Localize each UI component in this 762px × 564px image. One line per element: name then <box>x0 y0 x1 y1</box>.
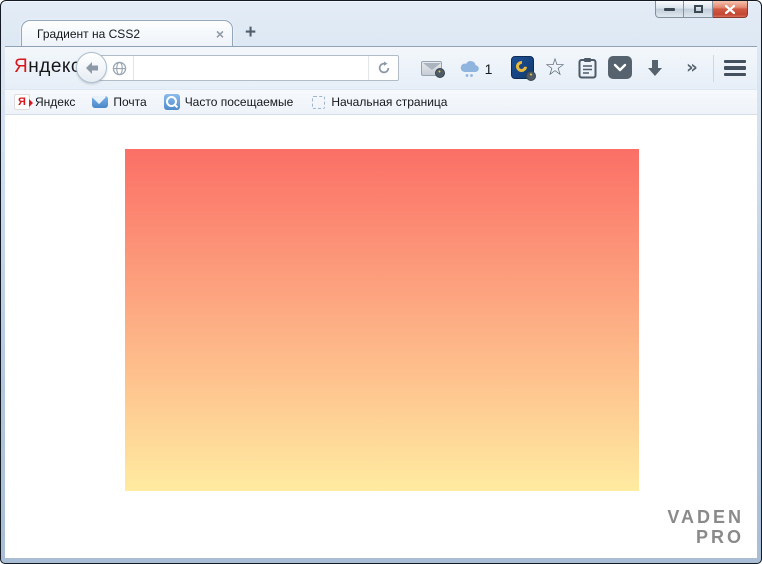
envelope-icon: • <box>421 61 442 76</box>
reload-icon <box>377 61 391 75</box>
bookmark-home-page[interactable]: Начальная страница <box>310 94 447 110</box>
menu-button[interactable] <box>721 57 749 79</box>
client-area: Яндекс <box>5 46 757 558</box>
watermark-line1: VADEN <box>667 507 744 528</box>
tab-title: Градиент на CSS2 <box>37 27 216 41</box>
weather-extension-button[interactable]: 1 <box>454 56 496 82</box>
window-controls <box>655 1 748 18</box>
maximize-icon <box>694 5 703 13</box>
app-extension-icon[interactable]: • <box>511 56 534 79</box>
downloads-button[interactable] <box>642 56 668 80</box>
watermark: VADEN PRO <box>667 507 744 548</box>
css-gradient-demo-box <box>125 149 639 491</box>
bookmarks-bar: Я Яндекс Почта Часто посещаемые Начальна… <box>5 90 757 115</box>
globe-icon <box>112 61 127 76</box>
yandex-logo: Яндекс <box>14 56 81 78</box>
url-bar[interactable] <box>87 55 399 81</box>
tab-strip: Градиент на CSS2 × + <box>1 20 761 46</box>
navigation-toolbar: Яндекс <box>5 47 757 90</box>
toolbar-separator <box>713 55 714 82</box>
cloud-icon <box>458 59 482 79</box>
overflow-chevron-icon[interactable]: » <box>680 54 704 80</box>
close-icon <box>725 5 735 14</box>
clipboard-button[interactable] <box>574 55 600 81</box>
reload-button[interactable] <box>368 56 398 80</box>
browser-window: Градиент на CSS2 × + Яндекс <box>0 0 762 564</box>
address-input[interactable] <box>134 56 368 80</box>
bookmark-yandex[interactable]: Я Яндекс <box>14 94 75 110</box>
home-page-icon <box>310 94 326 110</box>
weather-badge-count: 1 <box>485 61 493 77</box>
bookmark-label: Часто посещаемые <box>185 95 294 109</box>
minimize-button[interactable] <box>655 1 684 18</box>
pocket-chevron-icon <box>608 56 632 79</box>
bookmark-frequently-visited[interactable]: Часто посещаемые <box>164 94 294 110</box>
back-button[interactable] <box>76 52 107 83</box>
minimize-icon <box>664 8 675 11</box>
bookmark-mail[interactable]: Почта <box>92 95 146 109</box>
maximize-button[interactable] <box>684 1 713 18</box>
mail-favicon-icon <box>92 96 108 108</box>
key-badge-icon: • <box>526 71 536 81</box>
clipboard-icon <box>578 57 597 79</box>
frequently-visited-icon <box>164 94 180 110</box>
bookmark-label: Начальная страница <box>331 95 447 109</box>
bookmark-star-icon[interactable]: ☆ <box>542 53 568 81</box>
pocket-button[interactable] <box>608 56 632 79</box>
yandex-logo-letter: Я <box>14 56 28 77</box>
new-tab-button[interactable]: + <box>245 22 256 44</box>
download-arrow-icon <box>647 59 663 78</box>
back-icon <box>84 61 100 75</box>
page-content: VADEN PRO <box>5 115 757 556</box>
watermark-line2: PRO <box>667 527 744 548</box>
mail-extension-icon[interactable]: • <box>419 60 443 77</box>
key-badge-icon: • <box>435 68 445 78</box>
close-button[interactable] <box>713 1 748 18</box>
tab-gradient-css2[interactable]: Градиент на CSS2 × <box>21 20 233 46</box>
yandex-favicon: Я <box>14 94 30 110</box>
menu-icon <box>724 60 746 64</box>
tab-close-icon[interactable]: × <box>216 27 224 41</box>
bookmark-label: Яндекс <box>35 95 75 109</box>
bookmark-label: Почта <box>113 95 146 109</box>
